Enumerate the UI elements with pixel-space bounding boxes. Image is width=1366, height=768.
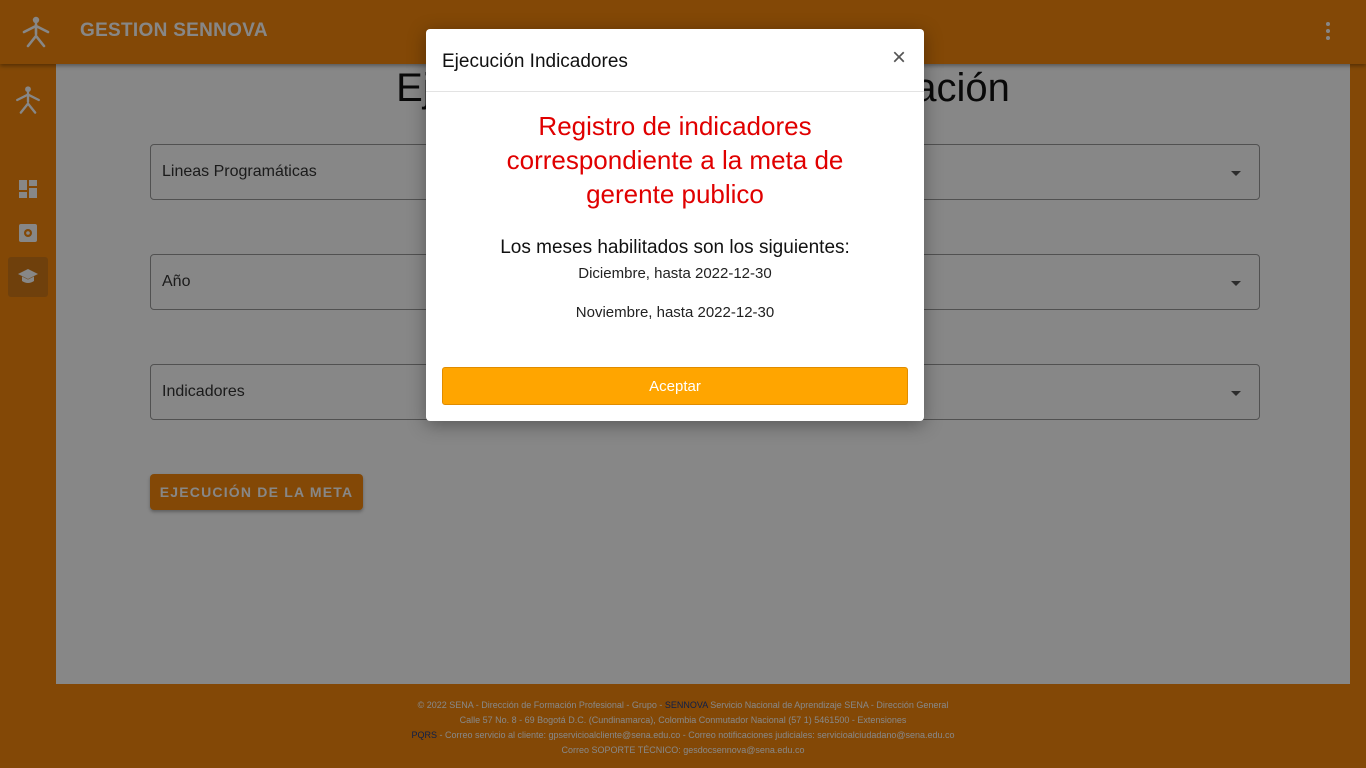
dialog-body: Registro de indicadores correspondiente … <box>426 109 924 321</box>
month-item: Noviembre, hasta 2022-12-30 <box>575 304 775 321</box>
dialog-heading: Registro de indicadores correspondiente … <box>506 111 844 209</box>
ejecucion-indicadores-dialog: Ejecución Indicadores × Registro de indi… <box>426 29 924 421</box>
accept-button[interactable]: Aceptar <box>442 367 908 405</box>
dialog-header: Ejecución Indicadores × <box>426 29 924 92</box>
dialog-title: Ejecución Indicadores <box>442 51 628 72</box>
dialog-subheading: Los meses habilitados son los siguientes… <box>500 237 850 258</box>
close-icon[interactable]: × <box>890 46 908 70</box>
month-item: Diciembre, hasta 2022-12-30 <box>578 265 772 282</box>
